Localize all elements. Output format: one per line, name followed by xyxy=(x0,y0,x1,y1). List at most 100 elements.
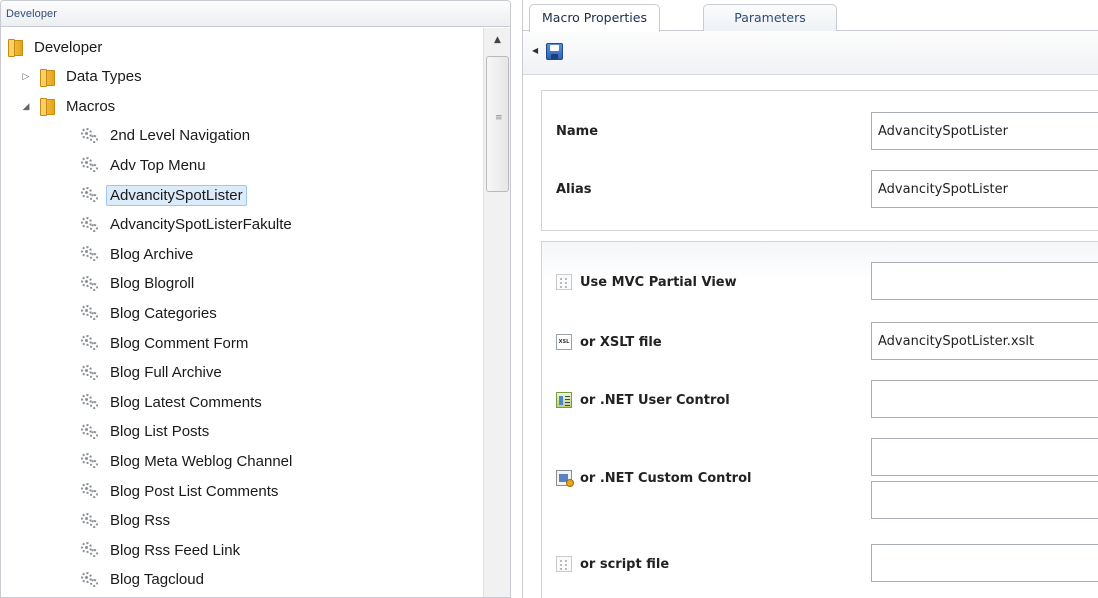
tree-item-label: Developer xyxy=(34,38,103,56)
tree-macro-item[interactable]: Blog Meta Weblog Channel xyxy=(80,450,296,472)
tree-macro-item[interactable]: Blog Full Archive xyxy=(80,362,226,384)
tree-macro-item[interactable]: Blog Rss xyxy=(80,510,174,532)
mvc-label: Use MVC Partial View xyxy=(580,274,737,290)
custom-control-icon xyxy=(556,470,574,487)
gears-icon xyxy=(80,304,100,322)
user-control-icon xyxy=(556,392,572,408)
tree-macro-item[interactable]: Adv Top Menu xyxy=(80,154,210,176)
custom-control-type-field[interactable] xyxy=(871,481,1098,519)
script-file-field[interactable] xyxy=(871,544,1098,582)
tree-scrollbar[interactable]: ▲ ≡ xyxy=(483,28,510,597)
tree-item-label: Blog Tagcloud xyxy=(110,571,204,589)
tree-item-label: Blog Meta Weblog Channel xyxy=(110,452,293,470)
mvc-partial-view-field[interactable] xyxy=(871,262,1098,300)
tree-item-label: Blog Rss Feed Link xyxy=(110,541,241,559)
gears-icon xyxy=(80,423,100,441)
gears-icon xyxy=(80,571,100,589)
tree-macro-item[interactable]: Blog Comment Form xyxy=(80,332,252,354)
tree-item-label: Macros xyxy=(66,97,116,115)
script-row: or script file xyxy=(542,544,1098,584)
usercontrol-label-wrap: or .NET User Control xyxy=(556,380,730,420)
script-label-wrap: or script file xyxy=(556,544,669,584)
gears-icon xyxy=(80,156,100,174)
grip-icon: ≡ xyxy=(495,113,503,123)
folder-icon xyxy=(8,39,24,57)
xslt-label: or XSLT file xyxy=(580,334,662,350)
alias-row: Alias AdvancitySpotLister xyxy=(542,167,1098,211)
tree-panel-title: Developer xyxy=(6,8,58,20)
tree-panel: Developer Developer ▷ Data Types ◢ Macros 2nd… xyxy=(0,0,511,598)
tree-item-label-selected: AdvancitySpotLister xyxy=(106,184,247,206)
user-control-field[interactable] xyxy=(871,380,1098,418)
script-label: or script file xyxy=(580,556,670,572)
tree-folder-item[interactable]: ▷ Data Types xyxy=(20,66,146,88)
tab-label: Parameters xyxy=(734,10,806,25)
tree-macro-item[interactable]: AdvancitySpotLister xyxy=(80,184,247,206)
xslt-label-wrap: XSL or XSLT file xyxy=(556,322,662,362)
custom-control-assembly-field[interactable] xyxy=(871,438,1098,476)
macro-editor-panel: Macro Properties Parameters ◀ Name Advan… xyxy=(522,0,1098,598)
mvc-label-wrap: Use MVC Partial View xyxy=(556,262,737,302)
alias-field[interactable]: AdvancitySpotLister xyxy=(871,170,1098,208)
usercontrol-row: or .NET User Control xyxy=(542,380,1098,420)
mvc-row: Use MVC Partial View xyxy=(542,262,1098,302)
tree-macro-item[interactable]: Blog Latest Comments xyxy=(80,391,266,413)
tree-item-label: Blog Archive xyxy=(110,245,194,263)
tree-macro-item[interactable]: Blog Blogroll xyxy=(80,273,198,295)
gears-icon xyxy=(80,334,100,352)
tab-macro-properties[interactable]: Macro Properties xyxy=(529,4,660,32)
tree-macro-item[interactable]: Blog List Posts xyxy=(80,421,213,443)
name-field[interactable]: AdvancitySpotLister xyxy=(871,112,1098,150)
tree-macro-item[interactable]: Blog Archive xyxy=(80,243,197,265)
expanded-arrow-icon[interactable]: ◢ xyxy=(20,100,32,112)
tree-folder-item[interactable]: ◢ Macros xyxy=(20,95,119,117)
gears-icon xyxy=(80,512,100,530)
xslt-file-field[interactable]: AdvancitySpotLister.xslt xyxy=(871,322,1098,360)
tree-item-label: Blog List Posts xyxy=(110,423,210,441)
usercontrol-label: or .NET User Control xyxy=(580,392,730,408)
name-label: Name xyxy=(556,123,599,139)
gears-icon xyxy=(80,245,100,263)
floppy-disk-icon[interactable] xyxy=(546,43,563,60)
tree-folder-item[interactable]: Developer xyxy=(8,36,106,58)
tree-item-label: Blog Post List Comments xyxy=(110,482,279,500)
gears-icon xyxy=(80,393,100,411)
alias-label: Alias xyxy=(556,181,592,197)
customcontrol-row: or .NET Custom Control xyxy=(542,438,1098,522)
tree-macro-item[interactable]: 2nd Level Navigation xyxy=(80,125,254,147)
tab-parameters[interactable]: Parameters xyxy=(703,4,837,31)
gears-icon xyxy=(80,216,100,234)
tree-item-label: 2nd Level Navigation xyxy=(110,127,251,145)
tab-label: Macro Properties xyxy=(542,10,647,25)
script-file-icon xyxy=(556,556,572,572)
collapsed-arrow-icon[interactable]: ▷ xyxy=(20,71,32,83)
scroll-up-arrow-icon[interactable]: ▲ xyxy=(484,28,510,52)
tree-item-label: Blog Rss xyxy=(110,512,171,530)
tree-view: Developer ▷ Data Types ◢ Macros 2nd Level Nav… xyxy=(1,28,483,597)
xslt-row: XSL or XSLT file AdvancitySpotLister.xsl… xyxy=(542,322,1098,362)
tree-item-label: Blog Full Archive xyxy=(110,364,222,382)
gears-icon xyxy=(80,541,100,559)
scrollbar-thumb[interactable]: ≡ xyxy=(486,56,509,192)
tree-macro-item[interactable]: Blog Rss Feed Link xyxy=(80,539,244,561)
tree-item-label: Data Types xyxy=(66,68,142,86)
triangle-left-icon[interactable]: ◀ xyxy=(532,46,538,55)
tree-macro-item[interactable]: Blog Post List Comments xyxy=(80,480,282,502)
tree-macro-item[interactable]: Blog Tagcloud xyxy=(80,569,208,591)
gears-icon xyxy=(80,452,100,470)
tree-item-label: Blog Blogroll xyxy=(110,275,195,293)
tree-macro-item[interactable]: AdvancitySpotListerFakulte xyxy=(80,214,296,236)
gears-icon xyxy=(80,275,100,293)
gears-icon xyxy=(80,364,100,382)
tab-bar: Macro Properties Parameters xyxy=(523,0,1098,32)
tree-panel-header: Developer xyxy=(1,1,510,27)
folder-icon xyxy=(40,68,56,87)
toolbar: ◀ xyxy=(523,31,1098,75)
gears-icon xyxy=(80,482,100,500)
macro-source-section: Use MVC Partial View XSL or XSLT file Ad… xyxy=(541,241,1098,598)
tree-macro-item[interactable]: Blog Categories xyxy=(80,302,221,324)
partial-view-icon xyxy=(556,274,572,290)
tree-item-label: Adv Top Menu xyxy=(110,156,206,174)
xslt-file-icon: XSL xyxy=(556,334,572,350)
customcontrol-label: or .NET Custom Control xyxy=(580,470,752,486)
